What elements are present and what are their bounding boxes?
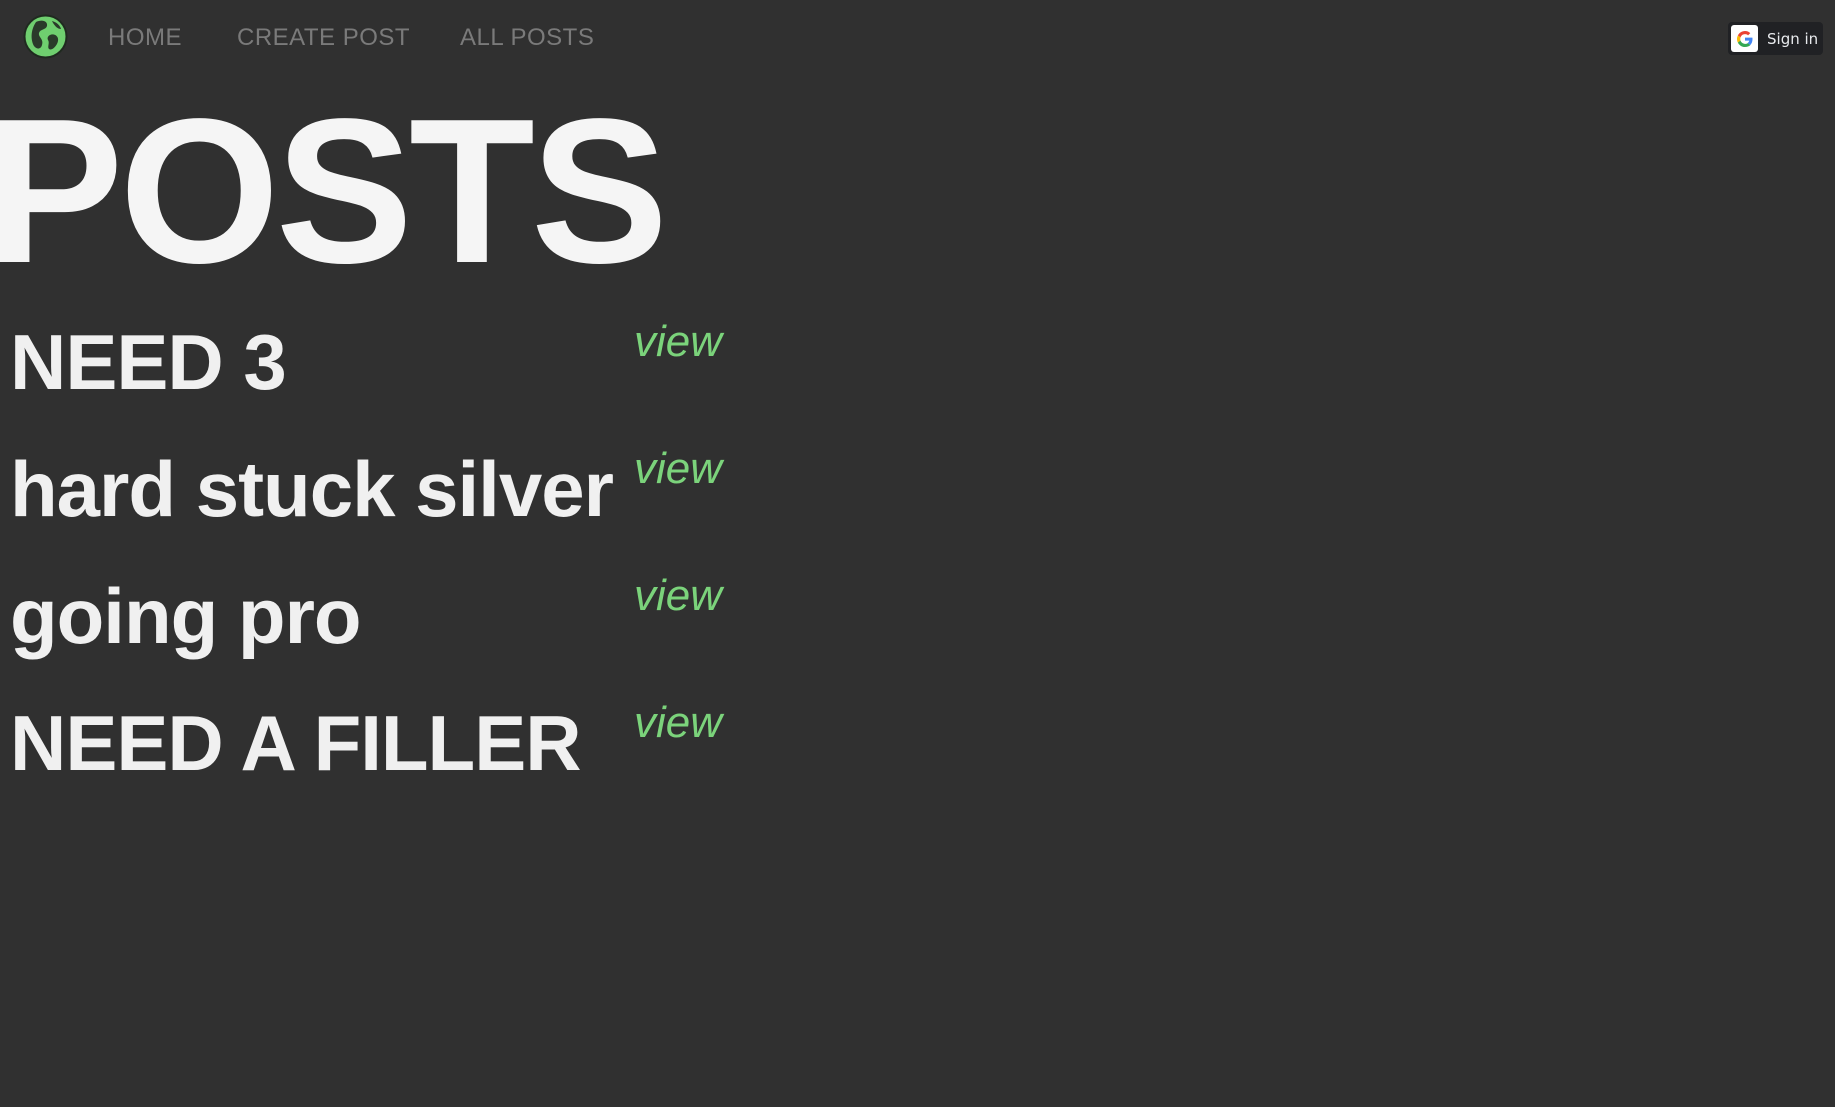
- post-title: hard stuck silver: [10, 445, 614, 533]
- post-title: NEED A FILLER: [10, 699, 582, 787]
- list-item: NEED A FILLER view: [0, 698, 760, 804]
- nav-create-post-link[interactable]: CREATE POST: [237, 24, 410, 52]
- signin-label: Sign in: [1767, 29, 1819, 48]
- google-icon: [1731, 25, 1758, 52]
- navbar: HOME CREATE POST ALL POSTS Sign in: [0, 0, 1835, 78]
- nav-all-posts-link[interactable]: ALL POSTS: [460, 24, 594, 52]
- list-item: going pro view: [0, 571, 760, 677]
- nav-home-link[interactable]: HOME: [108, 24, 182, 52]
- view-link[interactable]: view: [634, 317, 722, 367]
- view-link[interactable]: view: [634, 571, 722, 621]
- list-item: hard stuck silver view: [0, 444, 760, 550]
- post-title: going pro: [10, 572, 362, 660]
- view-link[interactable]: view: [634, 444, 722, 494]
- globe-icon[interactable]: [22, 13, 69, 60]
- google-signin-button[interactable]: Sign in: [1728, 22, 1823, 55]
- view-link[interactable]: view: [634, 698, 722, 748]
- list-item: NEED 3 view: [0, 317, 760, 423]
- page-title: POSTS: [0, 76, 668, 306]
- post-title: NEED 3: [10, 318, 287, 406]
